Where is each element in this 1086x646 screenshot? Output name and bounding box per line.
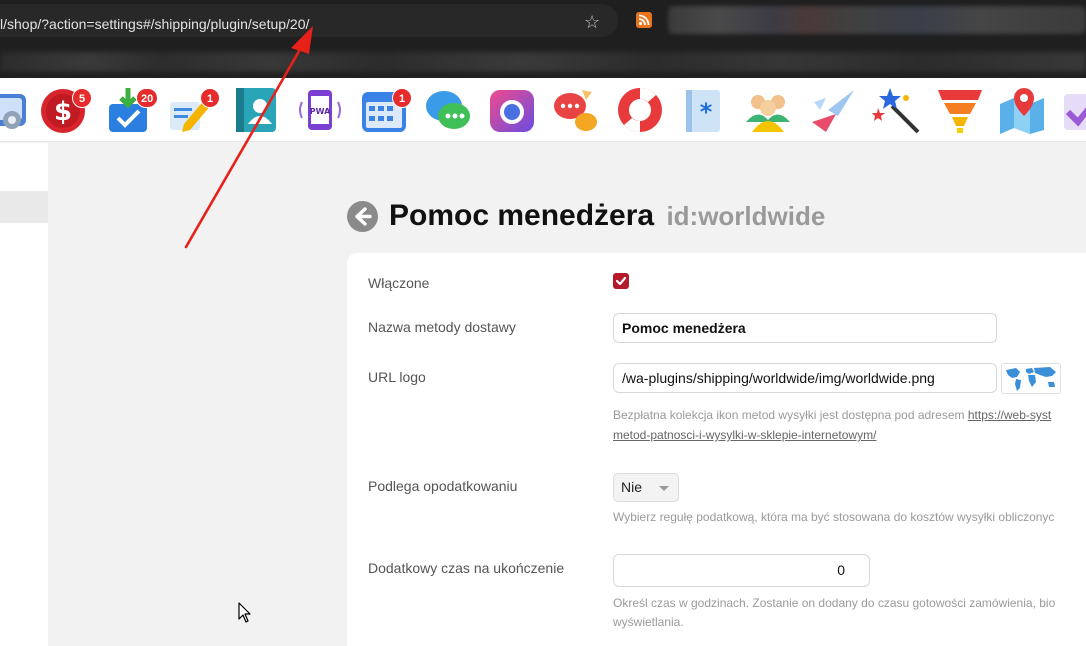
map-pin-icon[interactable] xyxy=(998,86,1046,134)
back-arrow-icon[interactable] xyxy=(347,201,378,232)
sidebar-selected-item[interactable] xyxy=(0,191,48,223)
app-badge: 5 xyxy=(72,88,92,108)
app-badge: 20 xyxy=(136,88,159,108)
document-asterisk-icon[interactable]: * xyxy=(680,86,728,134)
extra-time-hint: Określ czas w godzinach. Zostanie on dod… xyxy=(613,596,1056,610)
extra-time-label: Dodatkowy czas na ukończenie xyxy=(368,560,565,576)
tax-select[interactable]: Nie xyxy=(613,473,679,502)
camera-photos-icon[interactable] xyxy=(488,86,536,134)
chat-bubbles-icon[interactable] xyxy=(424,86,472,134)
logo-url-hint: Bezpłatna kolekcja ikon metod wysyłki je… xyxy=(613,405,1051,425)
checkmark-icon xyxy=(615,276,627,286)
team-chat-icon[interactable] xyxy=(552,86,600,134)
svg-text:$: $ xyxy=(54,97,72,127)
address-bar[interactable]: l/shop/?action=settings#/shipping/plugin… xyxy=(0,4,618,37)
calendar-icon[interactable]: 1 xyxy=(360,86,412,134)
url-text[interactable]: l/shop/?action=settings#/shipping/plugin… xyxy=(0,16,309,32)
logo-url-label: URL logo xyxy=(368,369,426,385)
page-subtitle-id: id:worldwide xyxy=(666,201,826,231)
lifebuoy-support-icon[interactable] xyxy=(616,86,664,134)
shop-dollar-icon[interactable]: $ 5 xyxy=(38,86,92,134)
logo-url-hint-line2: metod-patnosci-i-wysylki-w-sklepie-inter… xyxy=(613,425,876,445)
logo-hint-text: Bezpłatna kolekcja ikon metod wysyłki je… xyxy=(613,408,968,422)
icons-collection-link[interactable]: https://web-syst xyxy=(968,408,1051,422)
enabled-checkbox[interactable] xyxy=(613,273,629,289)
method-name-label: Nazwa metody dostawy xyxy=(368,319,516,335)
svg-text:*: * xyxy=(700,98,713,126)
contacts-icon[interactable] xyxy=(234,86,282,134)
svg-text:PWA: PWA xyxy=(310,107,331,116)
icons-collection-link-cont[interactable]: metod-patnosci-i-wysylki-w-sklepie-inter… xyxy=(613,428,876,442)
rss-feed-icon[interactable] xyxy=(636,12,652,28)
extensions-area-blurred xyxy=(668,6,1086,34)
screen: l/shop/?action=settings#/shipping/plugin… xyxy=(0,0,1086,646)
blog-pencil-icon[interactable]: 1 xyxy=(168,86,220,134)
page-title-text: Pomoc menedżera xyxy=(389,199,655,232)
app-badge: 1 xyxy=(392,88,412,108)
world-map-logo-preview xyxy=(1001,363,1061,394)
method-name-input[interactable]: Pomoc menedżera xyxy=(613,313,997,343)
star-icon[interactable]: ☆ xyxy=(584,13,600,31)
magic-wand-icon[interactable] xyxy=(872,86,920,134)
tax-hint: Wybierz regułę podatkową, która ma być s… xyxy=(613,510,1055,524)
settings-card xyxy=(347,253,1086,646)
page-title: Pomoc menedżera id:worldwide xyxy=(389,199,825,233)
users-group-icon[interactable] xyxy=(744,86,792,134)
enabled-label: Włączone xyxy=(368,275,430,291)
funnel-icon[interactable] xyxy=(936,86,984,134)
bookmarks-blurred xyxy=(0,52,1086,72)
extra-time-hint-line2: wyświetlania. xyxy=(613,615,684,629)
browser-toolbar: l/shop/?action=settings#/shipping/plugin… xyxy=(0,0,1086,44)
pwa-icon[interactable]: PWA xyxy=(296,86,344,134)
taxable-label: Podlega opodatkowaniu xyxy=(368,478,518,494)
paper-planes-icon[interactable] xyxy=(808,86,856,134)
logo-url-input[interactable]: /wa-plugins/shipping/worldwide/img/world… xyxy=(613,363,997,393)
tasks-download-icon[interactable]: 20 xyxy=(106,86,159,134)
checkmark-icon[interactable] xyxy=(1062,86,1086,134)
tax-select-value: Nie xyxy=(621,479,643,495)
bookmarks-bar xyxy=(0,44,1086,78)
mouse-cursor-icon xyxy=(238,602,251,623)
chevron-down-icon xyxy=(659,486,669,491)
app-badge: 1 xyxy=(200,88,220,108)
extra-time-input[interactable]: 0 xyxy=(613,554,870,587)
settings-app-icon[interactable] xyxy=(0,86,34,134)
apps-bar: $ 5 20 1 PWA 1 * xyxy=(0,78,1086,142)
